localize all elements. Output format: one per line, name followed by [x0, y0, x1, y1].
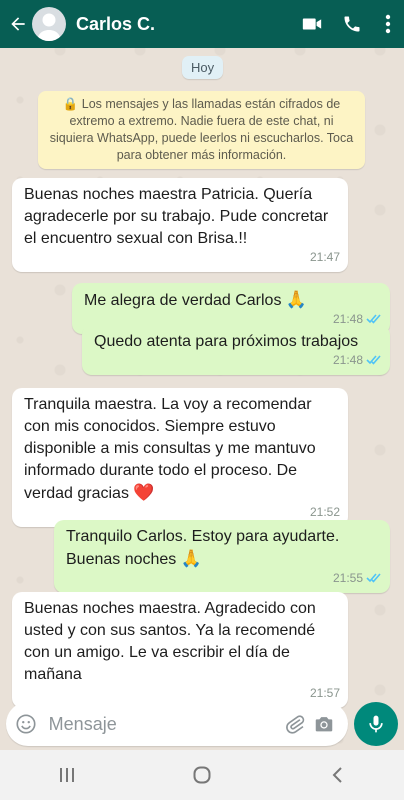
message-composer	[6, 702, 348, 746]
message-bubble[interactable]: Tranquilo Carlos. Estoy para ayudarte. B…	[54, 520, 390, 593]
double-check-read-icon	[366, 573, 381, 583]
attach-icon[interactable]	[281, 713, 310, 735]
message-text: Buenas noches maestra Patricia. Quería a…	[24, 186, 329, 247]
system-nav-bar	[0, 750, 404, 800]
video-call-icon[interactable]	[298, 13, 326, 35]
message-text: Tranquilo Carlos. Estoy para ayudarte. B…	[66, 528, 340, 568]
message-bubble[interactable]: Buenas noches maestra. Agradecido con us…	[12, 592, 348, 708]
message-text: Buenas noches maestra. Agradecido con us…	[24, 600, 316, 683]
double-check-read-icon	[366, 355, 381, 365]
more-options-icon[interactable]	[378, 14, 398, 34]
camera-icon[interactable]	[309, 713, 338, 735]
date-chip: Hoy	[182, 56, 224, 79]
message-input[interactable]	[48, 713, 281, 735]
pray-emoji: 🙏	[285, 290, 308, 309]
message-time: 21:57	[309, 686, 340, 700]
microphone-icon	[369, 715, 383, 733]
double-check-read-icon	[366, 314, 381, 324]
emoji-icon[interactable]	[12, 713, 41, 735]
phone-call-icon[interactable]	[338, 14, 366, 34]
back-arrow-icon[interactable]	[4, 14, 32, 34]
avatar[interactable]	[32, 7, 66, 41]
message-bubble[interactable]: Quedo atenta para próximos trabajos 21:4…	[82, 325, 390, 375]
contact-name[interactable]: Carlos C.	[76, 14, 298, 35]
message-time: 21:48	[332, 353, 363, 367]
message-text: Me alegra de verdad Carlos	[84, 292, 282, 309]
pray-emoji: 🙏	[180, 549, 202, 568]
message-bubble[interactable]: Tranquila maestra. La voy a recomendar c…	[12, 388, 348, 527]
message-time: 21:55	[332, 571, 363, 585]
message-text: Quedo atenta para próximos trabajos	[94, 333, 359, 350]
heart-emoji: ❤️	[133, 483, 155, 502]
back-icon[interactable]	[307, 766, 367, 784]
recent-apps-icon[interactable]	[37, 767, 97, 783]
message-text: Tranquila maestra. La voy a recomendar c…	[24, 396, 316, 502]
message-bubble[interactable]: Buenas noches maestra Patricia. Quería a…	[12, 178, 348, 272]
home-icon[interactable]	[172, 765, 232, 785]
message-time: 21:47	[309, 250, 340, 264]
mic-button[interactable]	[354, 702, 398, 746]
encryption-notice[interactable]: 🔒 Los mensajes y las llamadas están cifr…	[38, 91, 365, 169]
chat-header: Carlos C.	[0, 0, 404, 48]
